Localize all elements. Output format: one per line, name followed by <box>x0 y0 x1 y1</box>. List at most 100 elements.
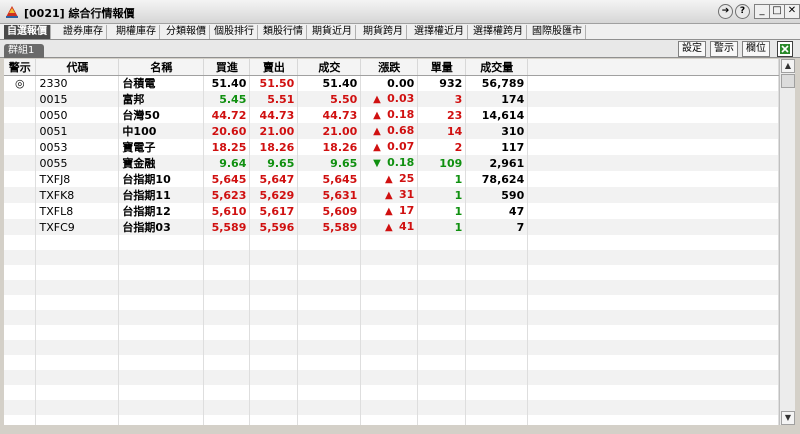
empty-cell <box>417 325 467 340</box>
table-row[interactable]: 0053 寶電子 18.25 18.26 18.26 ▲ 0.07 2 117 <box>4 139 779 155</box>
quote-table: 警示 代碼 名稱 買進 賣出 成交 漲跌 單量 成交量 ◎ 2330 台積電 51.4… <box>4 59 779 425</box>
empty-cell <box>297 310 362 325</box>
empty-row[interactable] <box>4 415 779 425</box>
help-icon[interactable]: ? <box>735 4 750 19</box>
empty-cell <box>4 415 37 425</box>
table-row[interactable]: 0051 中100 20.60 21.00 21.00 ▲ 0.68 14 310 <box>4 123 779 139</box>
vertical-scrollbar[interactable]: ▲ ▼ <box>779 59 795 425</box>
cell-ask: 5,629 <box>249 187 299 203</box>
up-arrow-icon: ▲ <box>384 222 393 233</box>
scroll-thumb[interactable] <box>781 74 795 88</box>
empty-cell <box>527 295 779 310</box>
header-qty[interactable]: 單量 <box>417 59 467 76</box>
tab-intl-markets[interactable]: 國際股匯市 <box>529 25 586 39</box>
empty-row[interactable] <box>4 385 779 400</box>
next-window-icon[interactable]: ➔ <box>718 4 733 19</box>
minimize-button[interactable]: _ <box>754 4 770 19</box>
tab-futures-inventory[interactable]: 期權庫存 <box>113 25 160 39</box>
tab-sector-quote[interactable]: 類股行情 <box>260 25 307 39</box>
header-code[interactable]: 代碼 <box>35 59 120 76</box>
cell-volume: 117 <box>465 139 529 155</box>
tab-futures-near[interactable]: 期貨近月 <box>309 25 356 39</box>
cell-code: TXFK8 <box>35 187 120 203</box>
header-last[interactable]: 成交 <box>297 59 362 76</box>
table-row[interactable]: 0050 台灣50 44.72 44.73 44.73 ▲ 0.18 23 14,614 <box>4 107 779 123</box>
empty-cell <box>465 355 529 370</box>
empty-cell <box>527 265 779 280</box>
title-bar: [0021] 綜合行情報價 ➔ ? _ □ ✕ <box>0 0 800 24</box>
table-row[interactable]: TXFC9 台指期03 5,589 5,596 5,589 ▲ 41 1 7 <box>4 219 779 235</box>
close-button[interactable]: ✕ <box>784 4 800 19</box>
cell-change: ▲ 25 <box>360 171 419 187</box>
cell-volume: 310 <box>465 123 529 139</box>
cell-change: ▲ 0.03 <box>360 91 419 107</box>
empty-cell <box>360 355 419 370</box>
group-tab[interactable]: 群組1 <box>4 44 45 58</box>
empty-cell <box>417 370 467 385</box>
empty-row[interactable] <box>4 340 779 355</box>
cell-last: 51.40 <box>297 75 362 91</box>
scroll-down-icon[interactable]: ▼ <box>781 411 795 425</box>
header-bid[interactable]: 買進 <box>203 59 251 76</box>
table-row[interactable]: TXFL8 台指期12 5,610 5,617 5,609 ▲ 17 1 47 <box>4 203 779 219</box>
empty-cell <box>465 385 529 400</box>
maximize-button[interactable]: □ <box>769 4 785 19</box>
columns-button[interactable]: 欄位 <box>742 41 770 57</box>
empty-row[interactable] <box>4 325 779 340</box>
cell-bid: 5.45 <box>203 91 251 107</box>
tab-stock-inventory[interactable]: 證券庫存 <box>60 25 107 39</box>
empty-row[interactable] <box>4 265 779 280</box>
alert-button[interactable]: 警示 <box>710 41 738 57</box>
empty-cell <box>360 340 419 355</box>
header-volume[interactable]: 成交量 <box>465 59 529 76</box>
table-row[interactable]: TXFJ8 台指期10 5,645 5,647 5,645 ▲ 25 1 78,624 <box>4 171 779 187</box>
cell-filler <box>527 219 779 235</box>
settings-button[interactable]: 設定 <box>678 41 706 57</box>
tab-options-near[interactable]: 選擇權近月 <box>411 25 468 39</box>
empty-cell <box>35 370 120 385</box>
empty-cell <box>465 250 529 265</box>
cell-volume: 2,961 <box>465 155 529 171</box>
empty-row[interactable] <box>4 310 779 325</box>
table-row[interactable]: ◎ 2330 台積電 51.40 51.50 51.40 0.00 932 56,789 <box>4 75 779 91</box>
empty-row[interactable] <box>4 235 779 250</box>
cell-code: 0053 <box>35 139 120 155</box>
empty-row[interactable] <box>4 370 779 385</box>
table-row[interactable]: 0015 富邦 5.45 5.51 5.50 ▲ 0.03 3 174 <box>4 91 779 107</box>
header-change[interactable]: 漲跌 <box>360 59 419 76</box>
cell-alert <box>4 107 37 123</box>
tab-category-quote[interactable]: 分類報價 <box>163 25 210 39</box>
empty-cell <box>249 250 299 265</box>
scroll-up-icon[interactable]: ▲ <box>781 59 795 73</box>
empty-cell <box>417 340 467 355</box>
cell-change: ▲ 31 <box>360 187 419 203</box>
empty-row[interactable] <box>4 400 779 415</box>
export-excel-icon[interactable] <box>777 41 793 57</box>
header-ask[interactable]: 賣出 <box>249 59 299 76</box>
empty-cell <box>118 385 205 400</box>
tab-stock-ranking[interactable]: 個股排行 <box>211 25 258 39</box>
cell-code: 0050 <box>35 107 120 123</box>
empty-cell <box>417 310 467 325</box>
table-row[interactable]: TXFK8 台指期11 5,623 5,629 5,631 ▲ 31 1 590 <box>4 187 779 203</box>
tab-options-cross[interactable]: 選擇權跨月 <box>470 25 527 39</box>
empty-cell <box>35 265 120 280</box>
empty-cell <box>118 310 205 325</box>
cell-bid: 44.72 <box>203 107 251 123</box>
header-alert[interactable]: 警示 <box>4 59 37 76</box>
header-name[interactable]: 名稱 <box>118 59 205 76</box>
empty-row[interactable] <box>4 355 779 370</box>
empty-cell <box>35 250 120 265</box>
cell-name: 寶電子 <box>118 139 205 155</box>
empty-cell <box>527 325 779 340</box>
tab-watchlist-quote[interactable]: 自選報價 <box>4 25 51 39</box>
empty-cell <box>203 325 251 340</box>
table-header-row: 警示 代碼 名稱 買進 賣出 成交 漲跌 單量 成交量 <box>4 59 779 76</box>
empty-row[interactable] <box>4 250 779 265</box>
cell-last: 5,609 <box>297 203 362 219</box>
empty-cell <box>360 385 419 400</box>
empty-row[interactable] <box>4 280 779 295</box>
table-row[interactable]: 0055 寶金融 9.64 9.65 9.65 ▼ 0.18 109 2,961 <box>4 155 779 171</box>
empty-row[interactable] <box>4 295 779 310</box>
tab-futures-cross[interactable]: 期貨跨月 <box>360 25 407 39</box>
